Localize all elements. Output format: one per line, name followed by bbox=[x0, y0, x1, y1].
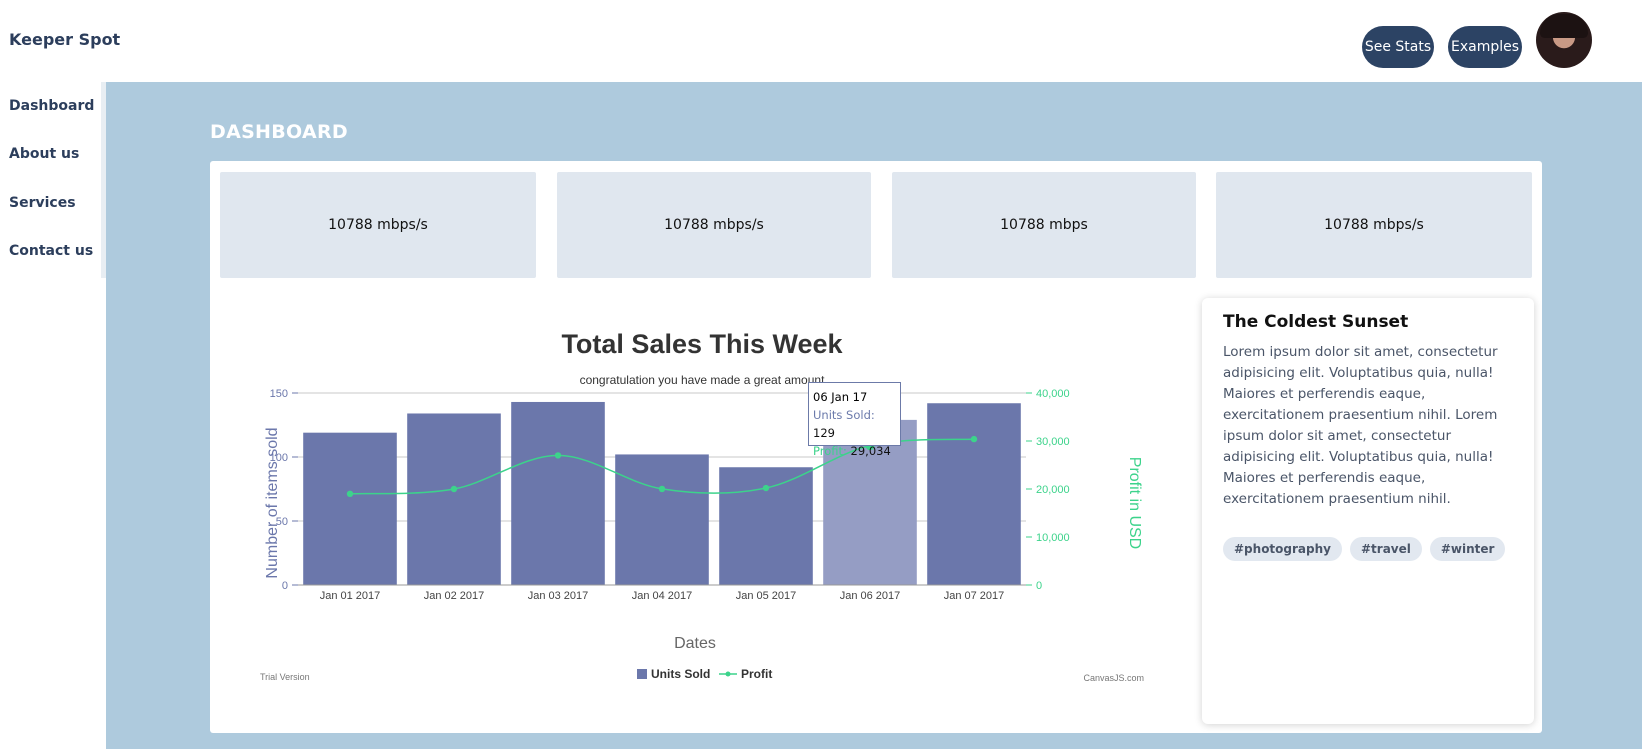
chart-bar[interactable] bbox=[615, 454, 709, 585]
stat-card-2: 10788 mbps/s bbox=[557, 172, 871, 278]
chart-profit-point[interactable] bbox=[762, 484, 770, 492]
sidebar bbox=[0, 82, 106, 749]
examples-button[interactable]: Examples bbox=[1448, 26, 1522, 68]
tag-photography[interactable]: #photography bbox=[1223, 537, 1342, 561]
chart-y-axis-label: Number of items sold bbox=[264, 427, 281, 578]
chart-bar[interactable] bbox=[511, 401, 605, 585]
chart-bar[interactable] bbox=[303, 432, 397, 585]
tooltip-date: 06 Jan 17 bbox=[813, 390, 868, 404]
top-bar: Keeper Spot See Stats Examples bbox=[0, 0, 1642, 82]
chart-x-tick-label: Jan 02 2017 bbox=[424, 590, 485, 602]
chart-profit-point[interactable] bbox=[658, 485, 666, 493]
chart-subtitle: congratulation you have made a great amo… bbox=[580, 373, 825, 387]
tooltip-units-label: Units Sold: bbox=[813, 408, 875, 422]
card-title: The Coldest Sunset bbox=[1223, 312, 1409, 332]
chart-y2-tick-label: 20,000 bbox=[1036, 484, 1070, 496]
chart-y2-tick-label: 10,000 bbox=[1036, 532, 1070, 544]
page-title: DASHBOARD bbox=[210, 121, 348, 143]
tooltip-profit-value: 29,034 bbox=[850, 444, 891, 458]
chart-x-tick-label: Jan 06 2017 bbox=[840, 590, 901, 602]
info-card: The Coldest Sunset Lorem ipsum dolor sit… bbox=[1202, 298, 1534, 724]
chart-y2-axis-label: Profit in USD bbox=[1126, 457, 1143, 549]
chart-y-tick-label: 150 bbox=[270, 388, 288, 400]
chart-x-tick-label: Jan 04 2017 bbox=[632, 590, 693, 602]
tag-winter[interactable]: #winter bbox=[1429, 537, 1506, 561]
chart-x-tick-label: Jan 01 2017 bbox=[320, 590, 381, 602]
legend-units-swatch bbox=[637, 669, 647, 679]
sidebar-item-about-us[interactable]: About us bbox=[9, 146, 79, 162]
legend-profit-marker bbox=[725, 671, 731, 677]
chart-tooltip: 06 Jan 17 Units Sold: 129 Profit: 29,034 bbox=[808, 382, 901, 458]
chart-title: Total Sales This Week bbox=[561, 329, 843, 359]
chart-bar[interactable] bbox=[927, 403, 1021, 585]
chart-y-tick-label: 0 bbox=[282, 580, 288, 592]
chart-watermark-canvasjs[interactable]: CanvasJS.com bbox=[1083, 673, 1144, 683]
tooltip-units-value: 129 bbox=[813, 426, 835, 440]
brand-logo-text[interactable]: Keeper Spot bbox=[9, 30, 120, 49]
card-tags: #photography #travel #winter bbox=[1223, 537, 1506, 561]
legend-units-label[interactable]: Units Sold bbox=[651, 667, 710, 681]
chart-profit-point[interactable] bbox=[554, 452, 562, 459]
tag-travel[interactable]: #travel bbox=[1349, 537, 1422, 561]
sidebar-item-dashboard[interactable]: Dashboard bbox=[9, 98, 94, 114]
chart-x-tick-label: Jan 03 2017 bbox=[528, 590, 589, 602]
chart-profit-point[interactable] bbox=[346, 490, 354, 498]
tooltip-profit-label: Profit: bbox=[813, 444, 847, 458]
chart-y2-tick-label: 0 bbox=[1036, 580, 1042, 592]
stat-card-4: 10788 mbps/s bbox=[1216, 172, 1532, 278]
chart-bar[interactable] bbox=[407, 413, 501, 585]
sidebar-item-services[interactable]: Services bbox=[9, 195, 76, 211]
chart-svg: 050100150010,00020,00030,00040,000Jan 01… bbox=[260, 329, 1144, 683]
see-stats-button[interactable]: See Stats bbox=[1362, 26, 1434, 68]
card-body: Lorem ipsum dolor sit amet, consectetur … bbox=[1223, 344, 1498, 507]
avatar-hair bbox=[1540, 14, 1588, 38]
chart-x-axis-label: Dates bbox=[674, 635, 716, 652]
stat-card-3: 10788 mbps bbox=[892, 172, 1196, 278]
legend-profit-label[interactable]: Profit bbox=[741, 667, 772, 681]
chart-y2-tick-label: 40,000 bbox=[1036, 388, 1070, 400]
chart-legend: Units Sold Profit bbox=[637, 667, 772, 681]
chart-watermark-trial: Trial Version bbox=[260, 672, 310, 682]
stat-card-1: 10788 mbps/s bbox=[220, 172, 536, 278]
sales-chart: 0 50 100 150 0 10,000 20,000 30,000 40,000 Jan 01… bbox=[220, 320, 1170, 700]
chart-profit-point[interactable] bbox=[970, 435, 978, 443]
chart-profit-point[interactable] bbox=[450, 485, 458, 493]
avatar[interactable] bbox=[1536, 12, 1592, 68]
chart-x-tick-label: Jan 07 2017 bbox=[944, 590, 1005, 602]
chart-y2-tick-label: 30,000 bbox=[1036, 436, 1070, 448]
sidebar-item-contact-us[interactable]: Contact us bbox=[9, 243, 93, 259]
chart-x-tick-label: Jan 05 2017 bbox=[736, 590, 797, 602]
